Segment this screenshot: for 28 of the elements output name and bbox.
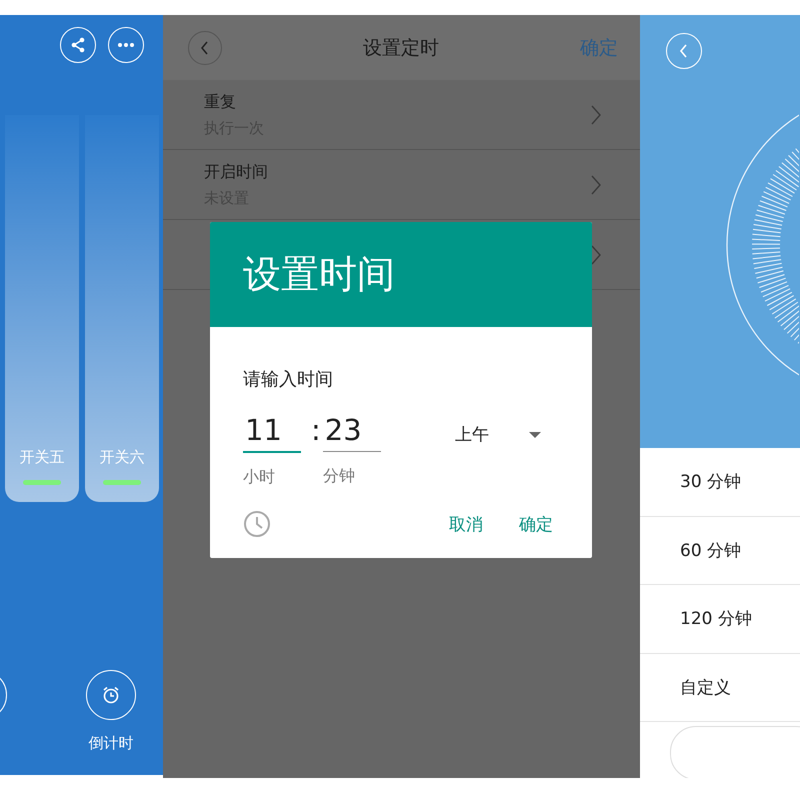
minute-label: 分钟 — [322, 466, 356, 487]
cancel-button[interactable]: 取消 — [449, 512, 483, 536]
duration-option[interactable]: 自定义 — [640, 654, 800, 722]
dialog-title: 设置时间 — [243, 251, 395, 298]
chevron-icon — [590, 244, 602, 266]
alarm-clock-icon[interactable] — [86, 670, 136, 720]
hour-field[interactable]: 11 — [243, 413, 301, 453]
more-icon[interactable] — [108, 27, 144, 63]
screen-title: 设置定时 — [362, 36, 440, 60]
caret-icon — [528, 432, 541, 438]
chevron-icon — [590, 104, 602, 126]
countdown-label: 倒计时 — [88, 734, 134, 753]
period-dropdown[interactable]: 上午 — [454, 423, 541, 446]
minute-field[interactable]: 23 — [322, 413, 381, 452]
time-separator: : — [311, 413, 321, 447]
share-icon[interactable] — [60, 27, 96, 63]
hour-label: 小时 — [243, 467, 276, 488]
chevron-icon — [590, 174, 602, 196]
switch-label: 开关六 — [100, 448, 144, 467]
duration-option[interactable]: 120 分钟 — [640, 585, 800, 654]
clock-icon[interactable] — [243, 510, 271, 538]
duration-option[interactable]: 30 分钟 — [640, 448, 800, 516]
row-title: 开启时间 — [204, 162, 269, 182]
ok-button[interactable]: 确定 — [519, 512, 553, 536]
row-title: 重复 — [204, 92, 237, 112]
switch-label: 开关五 — [20, 448, 64, 467]
dialog-prompt: 请输入时间 — [243, 368, 334, 391]
duration-option[interactable]: 60 分钟 — [640, 516, 800, 585]
